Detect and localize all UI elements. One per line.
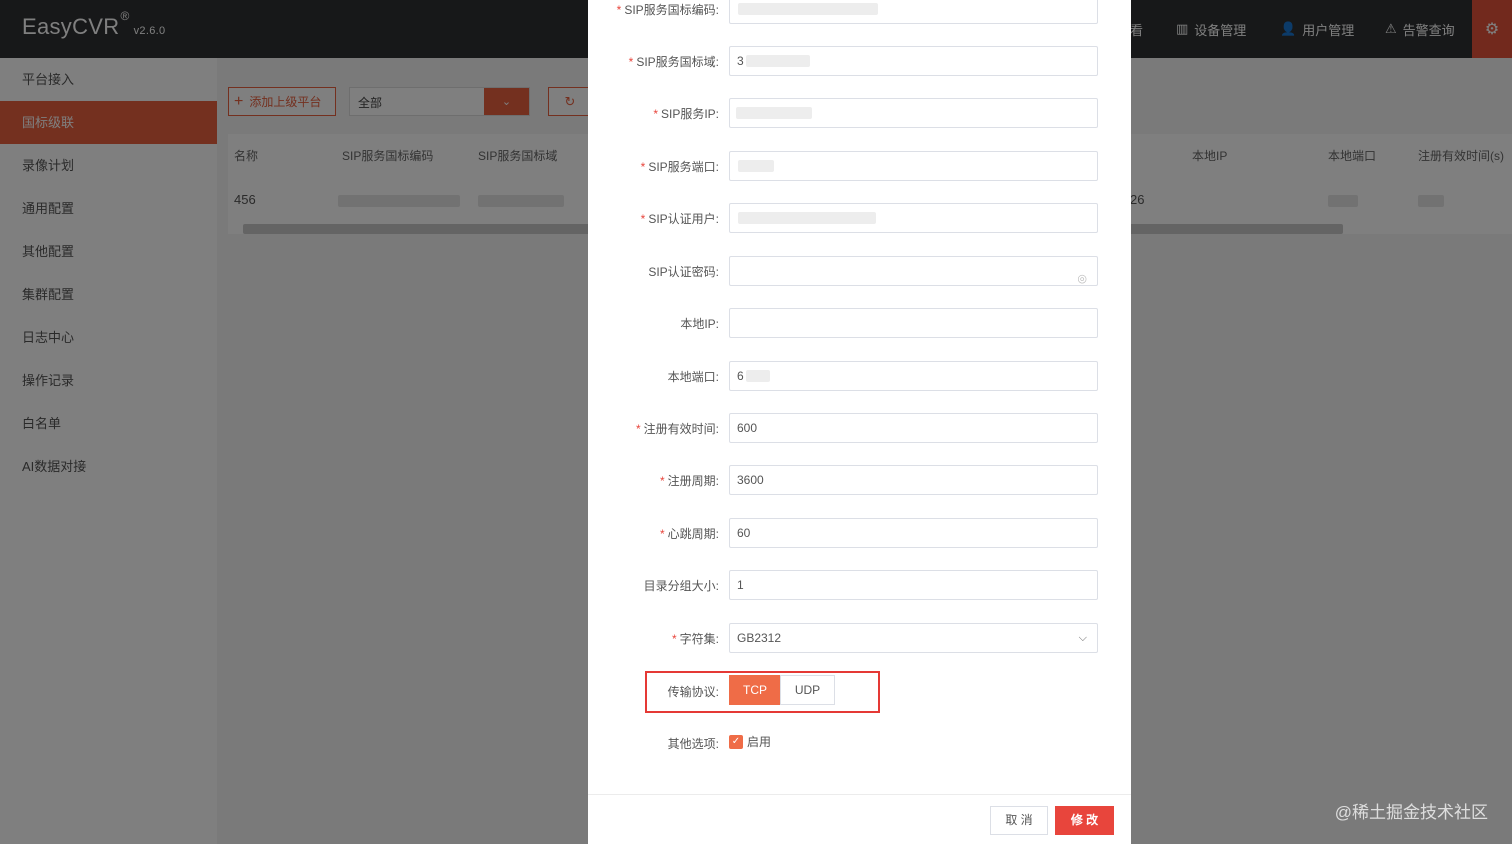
heartbeat-input[interactable]: 60 — [729, 518, 1098, 548]
catalog-size-input[interactable]: 1 — [729, 570, 1098, 600]
sip-ip-label: * SIP服务IP: — [653, 107, 719, 121]
sip-code-input[interactable] — [729, 0, 1098, 24]
form-row-local-port: 本地端口: 6 — [588, 361, 1131, 391]
eye-hidden-icon[interactable]: ◎ — [1077, 265, 1087, 293]
masked-value — [746, 55, 810, 67]
charset-select[interactable]: GB2312 ⌵ — [729, 623, 1098, 653]
form-row-sip-user: * SIP认证用户: — [588, 203, 1131, 233]
form-row-reg-period: * 注册周期: 3600 — [588, 465, 1131, 495]
enable-checkbox-label: 启用 — [747, 735, 772, 749]
sip-domain-input[interactable]: 3 — [729, 46, 1098, 76]
sip-ip-input[interactable] — [729, 98, 1098, 128]
masked-value — [738, 160, 774, 172]
form-row-heartbeat: * 心跳周期: 60 — [588, 518, 1131, 548]
catalog-size-label: 目录分组大小: — [643, 579, 719, 593]
masked-value — [738, 3, 878, 15]
sip-port-input[interactable] — [729, 151, 1098, 181]
sip-password-input[interactable]: ◎ — [729, 256, 1098, 286]
chevron-down-icon: ⌵ — [1078, 632, 1087, 644]
heartbeat-label: * 心跳周期: — [659, 527, 719, 541]
charset-label: * 字符集: — [671, 632, 719, 646]
form-row-charset: * 字符集: GB2312 ⌵ — [588, 623, 1131, 653]
form-row-catalog-size: 目录分组大小: 1 — [588, 570, 1131, 600]
form-row-sip-ip: * SIP服务IP: — [588, 98, 1131, 128]
form-row-sip-code: * SIP服务国标编码: — [588, 0, 1131, 24]
local-ip-input[interactable] — [729, 308, 1098, 338]
masked-value — [746, 370, 770, 382]
local-port-input[interactable]: 6 — [729, 361, 1098, 391]
local-port-label: 本地端口: — [667, 370, 719, 384]
masked-value — [738, 212, 876, 224]
save-button[interactable]: 修 改 — [1055, 806, 1114, 835]
checkbox-checked-icon[interactable]: ✓ — [729, 734, 743, 749]
sip-domain-label: * SIP服务国标域: — [628, 55, 719, 69]
reg-period-label: * 注册周期: — [659, 474, 719, 488]
masked-value — [736, 107, 812, 119]
protocol-udp-button[interactable]: UDP — [780, 675, 835, 705]
footer-divider — [588, 794, 1131, 795]
form-row-sip-domain: * SIP服务国标域: 3 — [588, 46, 1131, 76]
sip-code-label: * SIP服务国标编码: — [616, 3, 719, 17]
watermark: @稀土掘金技术社区 — [1334, 803, 1488, 822]
sip-password-label: SIP认证密码: — [648, 265, 719, 279]
protocol-tcp-button[interactable]: TCP — [729, 675, 781, 705]
protocol-label: 传输协议: — [667, 685, 719, 699]
reg-period-input[interactable]: 3600 — [729, 465, 1098, 495]
sip-user-label: * SIP认证用户: — [640, 212, 719, 226]
sip-user-input[interactable] — [729, 203, 1098, 233]
form-row-sip-password: SIP认证密码: ◎ — [588, 256, 1131, 286]
charset-value: GB2312 — [737, 631, 782, 645]
local-ip-label: 本地IP: — [680, 317, 719, 331]
reg-valid-label: * 注册有效时间: — [635, 422, 719, 436]
sip-port-label: * SIP服务端口: — [640, 160, 719, 174]
form-row-local-ip: 本地IP: — [588, 308, 1131, 338]
form-row-reg-valid: * 注册有效时间: 600 — [588, 413, 1131, 443]
cancel-button[interactable]: 取 消 — [990, 806, 1048, 835]
edit-platform-dialog: * SIP服务国标编码: * SIP服务国标域: 3 * SIP服务IP: * SIP服… — [588, 0, 1131, 844]
other-options-label: 其他选项: — [667, 737, 719, 751]
form-row-sip-port: * SIP服务端口: — [588, 151, 1131, 181]
reg-valid-input[interactable]: 600 — [729, 413, 1098, 443]
enable-checkbox-row[interactable]: ✓ 启用 — [729, 733, 771, 750]
